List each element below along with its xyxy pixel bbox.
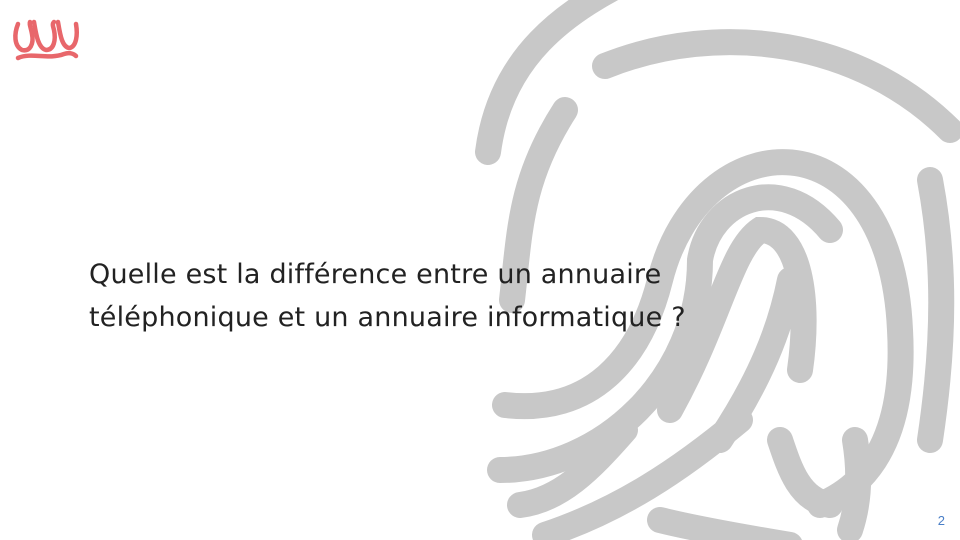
wavy-w-logo-icon: [13, 19, 79, 61]
page-number: 2: [937, 513, 945, 528]
question-text: Quelle est la différence entre un annuai…: [89, 253, 889, 339]
slide: Quelle est la différence entre un annuai…: [0, 0, 960, 540]
question-line-2: téléphonique et un annuaire informatique…: [89, 302, 686, 333]
question-line-1: Quelle est la différence entre un annuai…: [89, 259, 662, 290]
